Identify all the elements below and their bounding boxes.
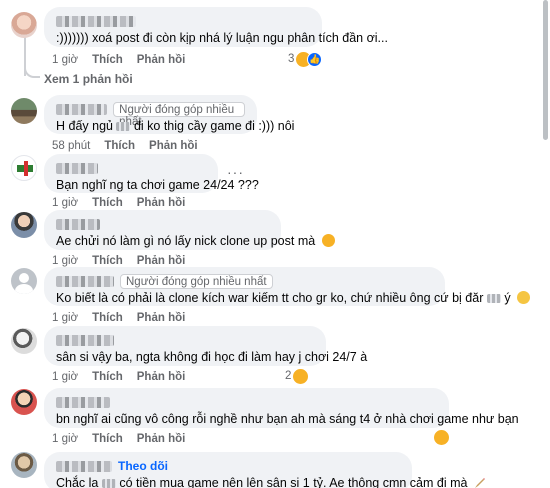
comment-text: :))))))) xoá post đi còn kịp nhá lý luận… <box>56 31 388 45</box>
comment-text-part: ý <box>504 291 511 305</box>
like-button[interactable]: Thích <box>92 54 123 66</box>
author-name[interactable] <box>56 218 100 230</box>
comment-time[interactable]: 1 giờ <box>52 255 78 267</box>
pen-icon <box>474 478 485 488</box>
avatar[interactable] <box>11 98 37 124</box>
comment-bubble: Người đóng góp nhiều nhất Ko biết là có … <box>44 267 531 307</box>
avatar[interactable] <box>11 328 37 354</box>
scrollbar[interactable] <box>543 0 548 140</box>
reply-button[interactable]: Phản hồi <box>137 197 186 209</box>
comment-bubble: Người đóng góp nhiều nhất H đấy ngủ đi k… <box>44 95 294 135</box>
comment-bubble: Theo dõi Chắc la có tiền mua game nên lê… <box>44 452 485 488</box>
author-name[interactable] <box>56 15 136 27</box>
author-name[interactable] <box>56 275 114 287</box>
reply-button[interactable]: Phản hồi <box>137 312 186 324</box>
comment-time[interactable]: 1 giờ <box>52 197 78 209</box>
comment-actions: 1 giờ Thích Phản hồi <box>52 431 199 447</box>
comment-text-part: Chắc la <box>56 476 99 488</box>
comment-text-part: đi ko thig cầy game đi :))) nôi <box>133 119 295 133</box>
comment-time[interactable]: 1 giờ <box>52 312 78 324</box>
author-name[interactable] <box>56 162 98 174</box>
comment-text-part: có tiền mua game nên lên sân si 1 tỷ. Ae… <box>119 476 468 488</box>
comment-bubble: Ae chửi nó làm gì nó lấy nick clone up p… <box>44 210 335 250</box>
comment-bubble: bn nghĩ ai cũng vô công rỗi nghề như bạn… <box>44 388 519 428</box>
haha-emoji <box>293 368 309 384</box>
comment-bubble: Bạn nghĩ ng ta chơi game 24/24 ??? <box>44 154 259 193</box>
more-icon[interactable]: ··· <box>227 164 244 180</box>
like-button[interactable]: Thích <box>92 255 123 267</box>
avatar[interactable] <box>11 155 37 181</box>
avatar[interactable] <box>11 268 37 294</box>
comment-actions: 1 giờ Thích Phản hồi <box>52 310 199 326</box>
reply-button[interactable]: Phản hồi <box>137 433 186 445</box>
comment-text: Ae chửi nó làm gì nó lấy nick clone up p… <box>56 233 335 250</box>
reply-button[interactable]: Phản hồi <box>137 255 186 267</box>
author-name[interactable] <box>56 460 112 472</box>
comment-actions: 58 phút Thích Phản hồi <box>52 138 212 154</box>
censored-text <box>101 479 116 488</box>
comment-text: Chắc la có tiền mua game nên lên sân si … <box>56 475 485 488</box>
comment-text: Bạn nghĩ ng ta chơi game 24/24 ??? <box>56 178 259 192</box>
follow-link[interactable]: Theo dõi <box>118 459 168 473</box>
comment-bubble: sân si vậy ba, ngta không đi học đi làm … <box>44 326 368 366</box>
thread-elbow <box>24 62 40 78</box>
reply-button[interactable]: Phản hồi <box>137 54 186 66</box>
reaction-summary[interactable] <box>434 429 449 445</box>
comment-text: Ko biết là có phải là clone kích war kiế… <box>56 290 531 307</box>
censored-text <box>486 294 501 304</box>
like-button[interactable]: Thích <box>104 140 135 152</box>
comment-actions: 1 giờ Thích Phản hồi <box>52 195 199 211</box>
comment-actions: 1 giờ Thích Phản hồi <box>52 52 199 68</box>
comment-text: sân si vậy ba, ngta không đi học đi làm … <box>56 350 368 364</box>
laugh-emoji <box>321 234 335 247</box>
reply-button[interactable]: Phản hồi <box>137 371 186 383</box>
avatar[interactable] <box>11 452 37 478</box>
comment-text: bn nghĩ ai cũng vô công rỗi nghề như bạn… <box>56 412 519 426</box>
haha-emoji <box>434 429 449 445</box>
top-contributor-badge: Người đóng góp nhiều nhất <box>120 273 273 289</box>
reply-button[interactable]: Phản hồi <box>149 140 198 152</box>
author-name[interactable] <box>56 103 108 115</box>
view-replies-link[interactable]: Xem 1 phản hồi <box>44 72 133 86</box>
comment-actions: 1 giờ Thích Phản hồi <box>52 369 199 385</box>
reaction-summary[interactable]: 2 <box>285 368 309 384</box>
author-name[interactable] <box>56 334 114 346</box>
comment-bubble: :))))))) xoá post đi còn kịp nhá lý luận… <box>44 7 388 47</box>
like-icon: 👍 <box>307 51 323 67</box>
reaction-count: 3 <box>288 53 295 65</box>
like-button[interactable]: Thích <box>92 433 123 445</box>
top-contributor-badge: Người đóng góp nhiều nhất <box>113 101 245 128</box>
avatar[interactable] <box>11 389 37 415</box>
comment-time[interactable]: 1 giờ <box>52 433 78 445</box>
reaction-summary[interactable]: 3 👍 <box>288 51 323 67</box>
comment-text: H đấy ngủ đi ko thig cầy game đi :))) nô… <box>56 118 294 135</box>
avatar[interactable] <box>11 212 37 238</box>
like-button[interactable]: Thích <box>92 197 123 209</box>
comment-text-part: Ko biết là có phải là clone kích war kiế… <box>56 291 484 305</box>
like-button[interactable]: Thích <box>92 371 123 383</box>
comment-text-part: H đấy ngủ <box>56 119 113 133</box>
author-name[interactable] <box>56 396 110 408</box>
censored-text <box>116 122 131 132</box>
reaction-count: 2 <box>285 370 292 382</box>
comment-time[interactable]: 1 giờ <box>52 371 78 383</box>
sweat-emoji <box>517 291 531 304</box>
comment-time[interactable]: 58 phút <box>52 140 90 152</box>
avatar[interactable] <box>11 12 37 38</box>
like-button[interactable]: Thích <box>92 312 123 324</box>
comment-time[interactable]: 1 giờ <box>52 54 78 66</box>
comment-text-part: Ae chửi nó làm gì nó lấy nick clone up p… <box>56 234 316 248</box>
